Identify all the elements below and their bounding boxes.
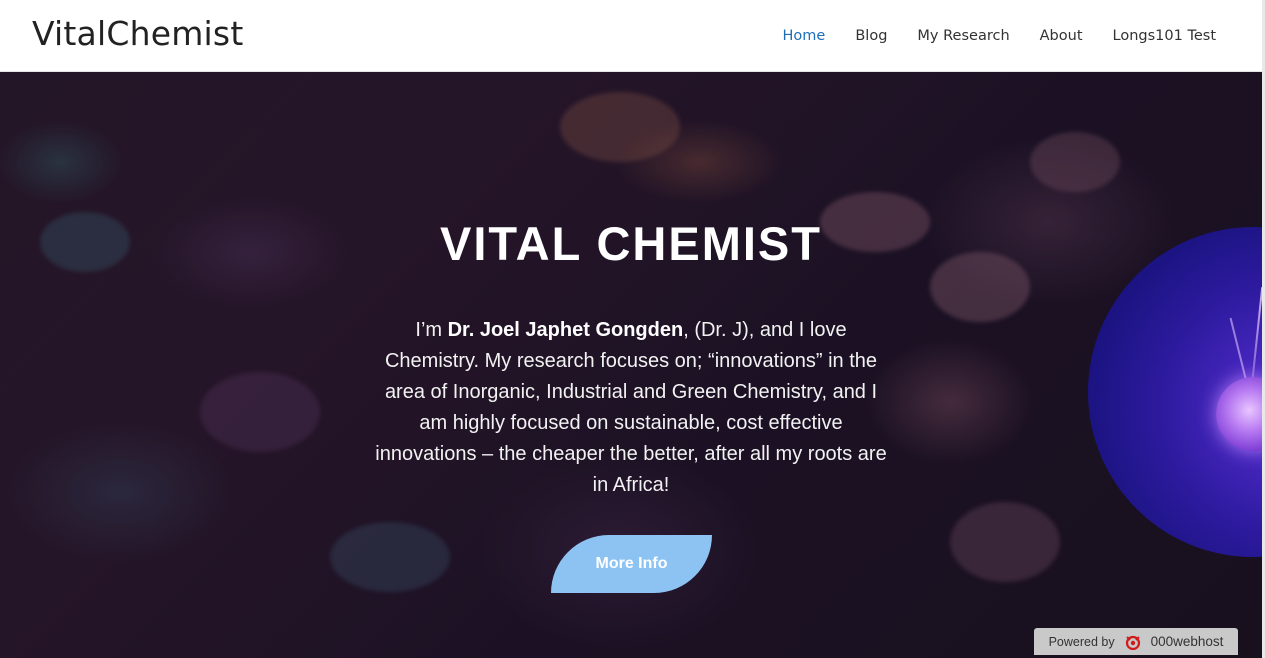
nav-about[interactable]: About [1040,28,1083,44]
nav-home[interactable]: Home [783,28,826,44]
main-nav: Home Blog My Research About Longs101 Tes… [753,0,1216,72]
plasma-orb [1216,377,1262,451]
powered-by-brand: 000webhost [1150,634,1224,649]
plasma-arc [1229,317,1248,387]
page: VitalChemist Home Blog My Research About… [0,0,1265,658]
nav-longs101-test[interactable]: Longs101 Test [1113,28,1216,44]
hero-intro-text: I’m Dr. Joel Japhet Gongden, (Dr. J), an… [374,315,888,501]
site-title-link[interactable]: VitalChemist [32,14,243,53]
powered-by-label: Powered by [1048,634,1115,649]
intro-rest: , (Dr. J), and I love Chemistry. My rese… [375,319,887,496]
powered-by-badge[interactable]: Powered by 000webhost [1034,628,1238,655]
hero-title: VITAL CHEMIST [440,217,822,270]
site-header: VitalChemist Home Blog My Research About… [0,0,1262,72]
intro-name: Dr. Joel Japhet Gongden [447,319,684,341]
hero-section: VITAL CHEMIST I’m Dr. Joel Japhet Gongde… [0,72,1262,658]
nav-my-research[interactable]: My Research [917,28,1009,44]
plasma-arc [1250,287,1262,387]
webhost-logo-icon [1123,634,1143,650]
nav-blog[interactable]: Blog [855,28,887,44]
intro-prefix: I’m [415,319,448,341]
